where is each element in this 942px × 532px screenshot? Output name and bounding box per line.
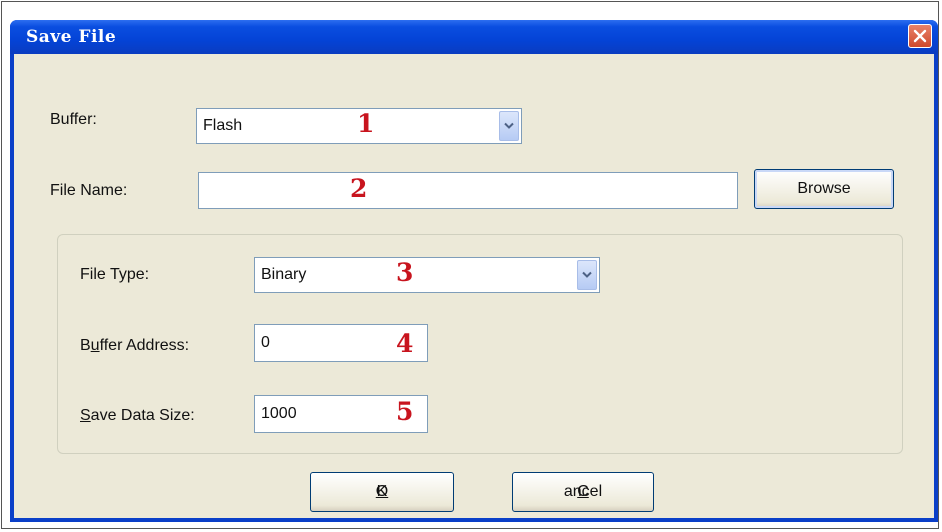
file-name-label: File Name: xyxy=(50,182,128,199)
cancel-button[interactable]: Cancel xyxy=(512,472,654,512)
save-data-size-label-post: ave Data Size: xyxy=(90,407,195,424)
ok-button-label-post: K xyxy=(376,483,388,500)
buffer-label: Buffer: xyxy=(50,111,97,128)
title-bar[interactable]: Save File xyxy=(10,20,938,54)
ok-button-label: OK xyxy=(311,483,453,501)
buffer-select-value: Flash xyxy=(203,117,243,134)
buffer-address-label: Buffer Address: xyxy=(80,337,189,355)
ok-button[interactable]: OK xyxy=(310,472,454,512)
close-button[interactable] xyxy=(908,24,932,48)
annotation-marker-5: 5 xyxy=(396,397,414,426)
annotation-marker-3: 3 xyxy=(396,258,414,287)
annotation-marker-4: 4 xyxy=(396,329,414,358)
save-file-dialog: Save File Buffer: Flash 1 File Name: 2 B… xyxy=(10,20,938,522)
buffer-address-label-post: ffer Address: xyxy=(99,337,190,354)
annotation-marker-1: 1 xyxy=(357,109,375,138)
file-type-select[interactable]: Binary xyxy=(254,257,600,293)
cancel-button-label: Cancel xyxy=(513,483,653,501)
save-data-size-value: 1000 xyxy=(261,405,297,422)
buffer-address-value: 0 xyxy=(261,334,270,351)
buffer-dropdown-button[interactable] xyxy=(499,111,519,141)
file-type-label: File Type: xyxy=(80,266,150,283)
annotation-marker-2: 2 xyxy=(350,174,368,203)
browse-button[interactable]: Browse xyxy=(754,169,894,209)
browse-button-label: Browse xyxy=(797,180,851,197)
file-name-input[interactable] xyxy=(198,172,738,209)
cancel-button-label-post: ancel xyxy=(563,483,603,500)
save-data-size-label-accel: S xyxy=(80,407,91,424)
buffer-address-label-accel: u xyxy=(90,337,100,354)
file-type-select-value: Binary xyxy=(261,266,307,283)
dialog-title: Save File xyxy=(26,27,117,47)
dialog-body: Buffer: Flash 1 File Name: 2 Browse File… xyxy=(14,54,934,518)
file-type-dropdown-button[interactable] xyxy=(577,260,597,290)
buffer-address-label-pre: B xyxy=(80,337,91,354)
save-data-size-label: Save Data Size: xyxy=(80,407,195,425)
